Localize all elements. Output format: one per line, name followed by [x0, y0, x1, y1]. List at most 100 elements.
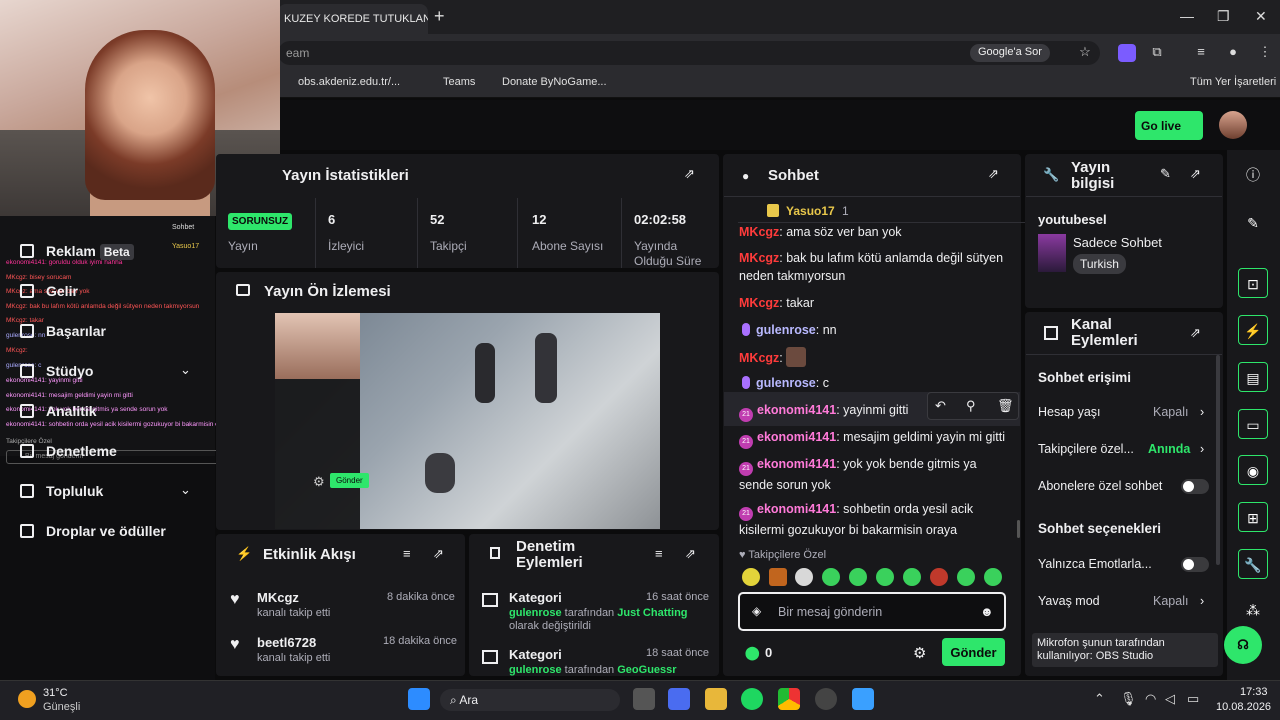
nav-item-studyo[interactable]: Stüdyo: [20, 363, 93, 379]
emote-icon[interactable]: [930, 568, 948, 586]
wrench-icon[interactable]: 🔧: [1238, 549, 1268, 579]
chat-username[interactable]: gulenrose: [756, 376, 816, 390]
chevron-up-icon[interactable]: ⌃: [1094, 691, 1105, 707]
emote-icon[interactable]: [849, 568, 867, 586]
headset-icon[interactable]: ☊: [1224, 626, 1262, 664]
maximize-icon[interactable]: ❐: [1217, 8, 1230, 25]
popout-icon[interactable]: ⇗: [1190, 166, 1201, 182]
popout-icon[interactable]: ⇗: [684, 166, 695, 182]
google-ask-button[interactable]: Google'a Sor: [970, 44, 1050, 62]
twitch-extension-icon[interactable]: [1118, 44, 1136, 62]
popout-icon[interactable]: ⇗: [1190, 325, 1201, 341]
weather-temp[interactable]: 31°C: [43, 687, 68, 699]
filter-icon[interactable]: ≡: [403, 546, 411, 561]
mic-icon[interactable]: 🎙: [1120, 691, 1137, 707]
emote-only-toggle[interactable]: [1181, 557, 1209, 572]
edit-icon[interactable]: ✎: [1160, 166, 1171, 182]
chat-username[interactable]: ekonomi4141: [757, 457, 836, 471]
gear-icon[interactable]: ⚙: [913, 644, 926, 662]
channel-points-icon[interactable]: ⬤: [745, 645, 760, 661]
emote-icon[interactable]: [795, 568, 813, 586]
chrome-icon[interactable]: [778, 688, 800, 710]
pinned-user[interactable]: Yasuo17: [786, 204, 835, 218]
chat-username[interactable]: MKcgz: [739, 296, 779, 310]
apps-icon[interactable]: ⁂: [1238, 595, 1268, 625]
extensions-icon[interactable]: ⧉: [1148, 44, 1166, 62]
pin-icon[interactable]: ⚲: [966, 398, 976, 414]
battery-icon[interactable]: ▭: [1187, 691, 1199, 707]
category-boxart[interactable]: [1038, 234, 1066, 272]
nav-item-analitik[interactable]: Analitik: [20, 403, 97, 419]
actions-scrollbar[interactable]: [1216, 355, 1220, 565]
setting-account-age[interactable]: Hesap yaşı Kapalı ›: [1038, 405, 1210, 419]
volume-icon[interactable]: ◁: [1165, 691, 1175, 707]
nav-item-gelir[interactable]: Gelir: [20, 283, 78, 299]
obs-icon[interactable]: [815, 688, 837, 710]
chat-username[interactable]: MKcgz: [739, 251, 779, 265]
minimize-icon[interactable]: —: [1180, 8, 1194, 24]
reply-icon[interactable]: ↶: [935, 398, 946, 414]
popout-icon[interactable]: ⇗: [433, 546, 444, 562]
taskbar-search[interactable]: ⌕ Ara: [440, 689, 620, 711]
emoji-icon[interactable]: ☻: [980, 604, 994, 619]
close-icon[interactable]: ✕: [1255, 8, 1267, 25]
delete-icon[interactable]: 🗑: [997, 398, 1014, 414]
tag-chip[interactable]: Turkish: [1073, 254, 1126, 274]
media-icon[interactable]: ≡: [1192, 44, 1210, 62]
star-icon[interactable]: ☆: [1076, 44, 1094, 62]
app-icon[interactable]: [852, 688, 874, 710]
broadcast-icon[interactable]: ◉: [1238, 455, 1268, 485]
chat-input[interactable]: ◈ Bir mesaj gönderin ☻: [738, 592, 1006, 631]
document-icon[interactable]: ▤: [1238, 362, 1268, 392]
wifi-icon[interactable]: ◠: [1145, 691, 1156, 707]
popout-icon[interactable]: ⇗: [988, 166, 999, 182]
setting-followers-only[interactable]: Takipçilere özel... Anında ›: [1038, 442, 1210, 456]
chat-username[interactable]: MKcgz: [739, 351, 779, 365]
bookmark-obs[interactable]: obs.akdeniz.edu.tr/...: [298, 76, 400, 88]
actions-icon[interactable]: ⊞: [1238, 502, 1268, 532]
activity-user[interactable]: beetl6728: [257, 635, 316, 650]
nav-item-denetleme[interactable]: Denetleme: [20, 443, 117, 459]
emote-icon[interactable]: [984, 568, 1002, 586]
emote-icon[interactable]: [876, 568, 894, 586]
category-name[interactable]: Sadece Sohbet: [1073, 235, 1162, 250]
bookmark-donate[interactable]: Donate ByNoGame...: [502, 76, 607, 88]
pencil-icon[interactable]: ✎: [1238, 208, 1268, 238]
chat-username[interactable]: ekonomi4141: [757, 430, 836, 444]
chat-username[interactable]: gulenrose: [756, 323, 816, 337]
profile-icon[interactable]: ●: [1224, 44, 1242, 62]
nav-item-droplar[interactable]: Droplar ve ödüller: [20, 523, 166, 539]
lightning-icon[interactable]: ⚡: [1238, 315, 1268, 345]
chat-send-button[interactable]: Gönder: [942, 638, 1005, 666]
new-tab-button[interactable]: +: [434, 6, 445, 27]
menu-icon[interactable]: ⋮: [1256, 44, 1274, 62]
chevron-down-icon[interactable]: ⌄: [180, 362, 191, 378]
nav-item-reklam[interactable]: Reklam Beta: [20, 243, 134, 260]
camera-icon[interactable]: ⊡: [1238, 268, 1268, 298]
clock-time[interactable]: 17:33: [1240, 686, 1268, 698]
chat-username[interactable]: ekonomi4141: [757, 502, 836, 516]
nav-item-topluluk[interactable]: Topluluk: [20, 483, 103, 499]
preview-send-button[interactable]: Gönder: [330, 473, 369, 488]
file-explorer-icon[interactable]: [705, 688, 727, 710]
chat-username[interactable]: MKcgz: [739, 225, 779, 239]
chat-icon[interactable]: ▭: [1238, 409, 1268, 439]
emote-icon[interactable]: [903, 568, 921, 586]
all-bookmarks[interactable]: Tüm Yer İşaretleri: [1190, 76, 1276, 88]
setting-slow-mode[interactable]: Yavaş mod Kapalı ›: [1038, 594, 1210, 608]
gear-icon[interactable]: ⚙: [313, 474, 325, 490]
windows-start-icon[interactable]: [408, 688, 430, 710]
bookmark-teams[interactable]: Teams: [443, 76, 475, 88]
emote-icon[interactable]: [742, 568, 760, 586]
browser-tab[interactable]: KUZEY KOREDE TUTUKLAN: [278, 4, 428, 34]
emote-icon[interactable]: [957, 568, 975, 586]
chat-username[interactable]: ekonomi4141: [757, 403, 836, 417]
go-live-button[interactable]: Go live: [1135, 111, 1203, 140]
info-icon[interactable]: ⓘ: [1238, 160, 1268, 190]
filter-icon[interactable]: ≡: [655, 546, 663, 561]
popout-icon[interactable]: ⇗: [685, 546, 696, 562]
emote-icon[interactable]: [769, 568, 787, 586]
chevron-down-icon[interactable]: ⌄: [180, 482, 191, 498]
stream-preview-video[interactable]: [275, 313, 660, 529]
spotify-icon[interactable]: [741, 688, 763, 710]
